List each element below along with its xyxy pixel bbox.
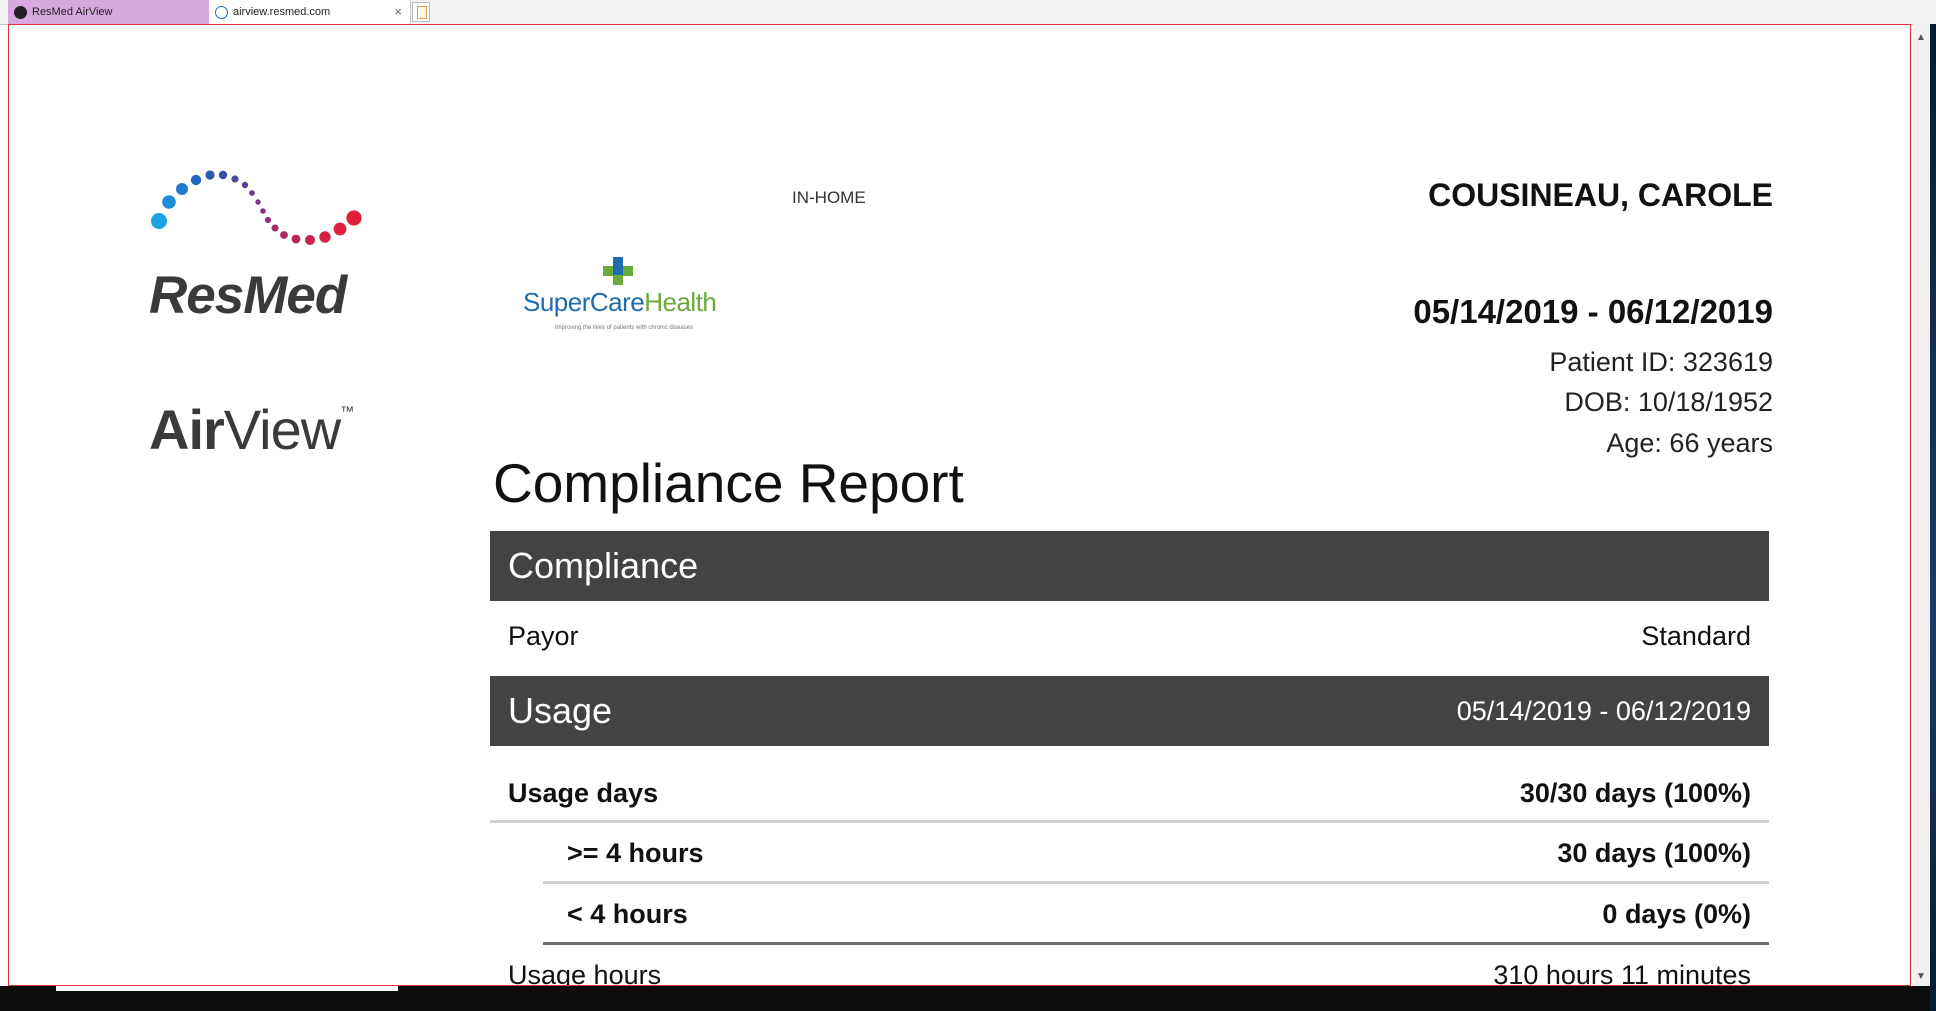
close-tab-icon[interactable]: ×: [394, 4, 402, 19]
resmed-wordmark: ResMed: [149, 266, 347, 325]
row-value: 30/30 days (100%): [1519, 778, 1751, 808]
taskbar: [0, 986, 1930, 1011]
resmed-logo-icon: [151, 170, 362, 245]
report-date-range: 05/14/2019 - 06/12/2019: [1413, 293, 1773, 330]
usage-date-range: 05/14/2019 - 06/12/2019: [1456, 695, 1751, 726]
vertical-scrollbar[interactable]: ▲ ▼: [1913, 24, 1930, 986]
payor-label: Payor: [508, 620, 579, 651]
supercare-wordmark-b: Health: [644, 287, 717, 317]
browser-tab-strip: ResMed AirView airview.resmed.com ×: [0, 0, 1936, 25]
row-value: 30 days (100%): [1557, 838, 1751, 868]
row-label: Usage days: [508, 778, 659, 808]
supercare-wordmark-a: SuperCare: [523, 287, 645, 317]
tab-label: ResMed AirView: [32, 6, 113, 18]
tab-resmed-airview[interactable]: ResMed AirView: [8, 0, 209, 24]
page-frame: ResMed AirView™ IN-HOME SuperCareHealth …: [8, 24, 1911, 986]
tab-label: airview.resmed.com: [233, 6, 331, 18]
supercare-tagline: Improving the lives of patients with chr…: [555, 325, 694, 331]
airview-wordmark: AirView™: [149, 397, 354, 462]
location-label: IN-HOME: [792, 188, 866, 207]
airview-wordmark-light: View: [223, 398, 341, 461]
globe-favicon-icon: [215, 5, 228, 19]
taskbar-highlight: [56, 986, 398, 991]
airview-wordmark-bold: Air: [149, 398, 225, 461]
desktop-background: [1930, 24, 1936, 1011]
supercare-wordmark: SuperCareHealth: [523, 287, 717, 318]
section-title: Usage: [508, 690, 613, 731]
patient-age: Age: 66 years: [1606, 428, 1773, 458]
site-favicon-icon: [14, 5, 27, 19]
trademark-symbol: ™: [340, 403, 354, 419]
patient-name: COUSINEAU, CAROLE: [1428, 177, 1773, 213]
payor-value: Standard: [1641, 620, 1751, 651]
row-label: Usage hours: [508, 960, 662, 986]
compliance-section-header: Compliance: [490, 531, 1769, 601]
payor-row: Payor Standard: [490, 607, 1769, 665]
usage-under-4-hours-row: < 4 hours 0 days (0%): [543, 887, 1769, 945]
scroll-down-icon[interactable]: ▼: [1916, 971, 1926, 982]
new-tab-icon[interactable]: [412, 2, 430, 22]
usage-section-header: Usage 05/14/2019 - 06/12/2019: [490, 676, 1769, 746]
usage-days-row: Usage days 30/30 days (100%): [490, 767, 1769, 823]
usage-over-4-hours-row: >= 4 hours 30 days (100%): [543, 826, 1769, 884]
row-value: 0 days (0%): [1602, 899, 1751, 929]
scroll-up-icon[interactable]: ▲: [1916, 32, 1926, 43]
row-label: < 4 hours: [567, 899, 688, 929]
row-label: >= 4 hours: [567, 838, 704, 868]
usage-hours-row: Usage hours 310 hours 11 minutes: [490, 949, 1769, 986]
tab-airview-resmed-com[interactable]: airview.resmed.com ×: [209, 0, 411, 24]
section-title: Compliance: [508, 545, 699, 586]
row-value: 310 hours 11 minutes: [1493, 960, 1751, 986]
supercare-cross-icon: [603, 257, 633, 285]
patient-id: Patient ID: 323619: [1549, 347, 1773, 377]
patient-dob: DOB: 10/18/1952: [1564, 387, 1773, 417]
page-title: Compliance Report: [493, 452, 964, 514]
